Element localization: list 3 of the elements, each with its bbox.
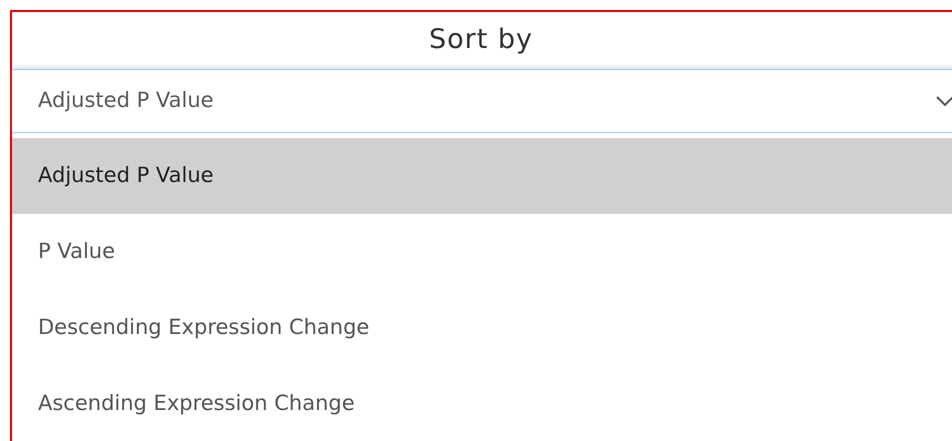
sort-select[interactable]: Adjusted P Value (12, 69, 952, 133)
dropdown-title: Sort by (428, 23, 534, 58)
dropdown-option[interactable]: Adjusted P Value (12, 138, 952, 214)
